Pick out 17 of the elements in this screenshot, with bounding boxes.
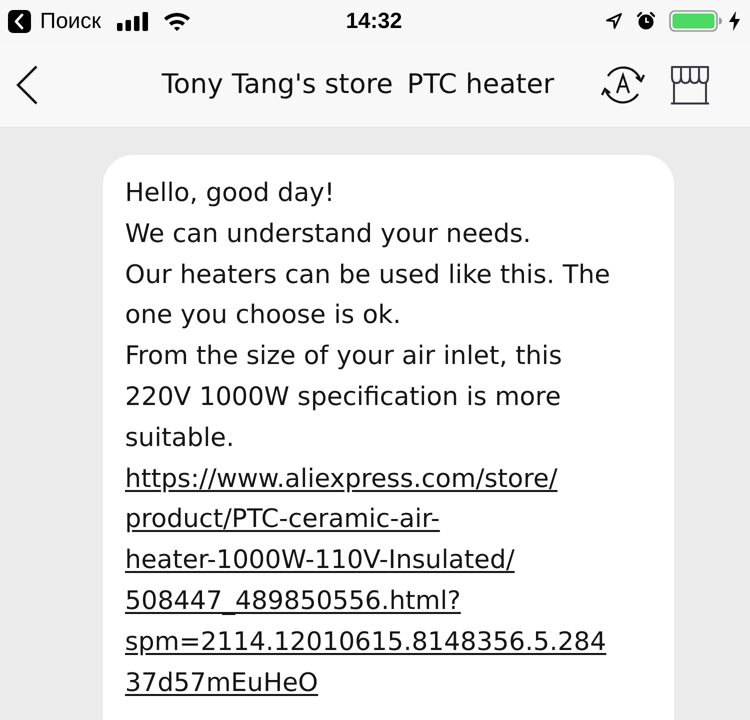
message-text: Our heaters can be used like this. The one you choose is ok.	[125, 258, 612, 332]
back-chevron-icon[interactable]	[8, 10, 31, 32]
location-arrow-icon	[606, 13, 622, 29]
message-text: Hello, good day!	[125, 177, 336, 210]
wifi-icon	[162, 11, 191, 31]
alarm-clock-icon	[637, 12, 655, 30]
charging-bolt-icon	[729, 11, 740, 31]
message-text: We can understand your needs.	[125, 218, 532, 251]
signal-icon	[116, 12, 149, 30]
message-text: From the size of your air inlet, this 220V 1000W specification is more suitable.	[125, 340, 563, 455]
product-link[interactable]: https://www.aliexpress.com/store/ product/PTC-ceramic-air- heater-1000W-110V-Insulated/ 508447_489850556.html? spm=2114.12010615.8148356.5.284 37d57mEuHeO	[125, 458, 606, 704]
battery-icon	[669, 10, 723, 32]
store-name: Tony Tang's store	[162, 68, 394, 102]
storefront-icon[interactable]	[670, 64, 710, 104]
chat-subject: PTC heater	[407, 68, 554, 102]
status-time: 14:32	[346, 8, 402, 34]
back-to-search-label[interactable]: Поиск	[40, 8, 101, 34]
